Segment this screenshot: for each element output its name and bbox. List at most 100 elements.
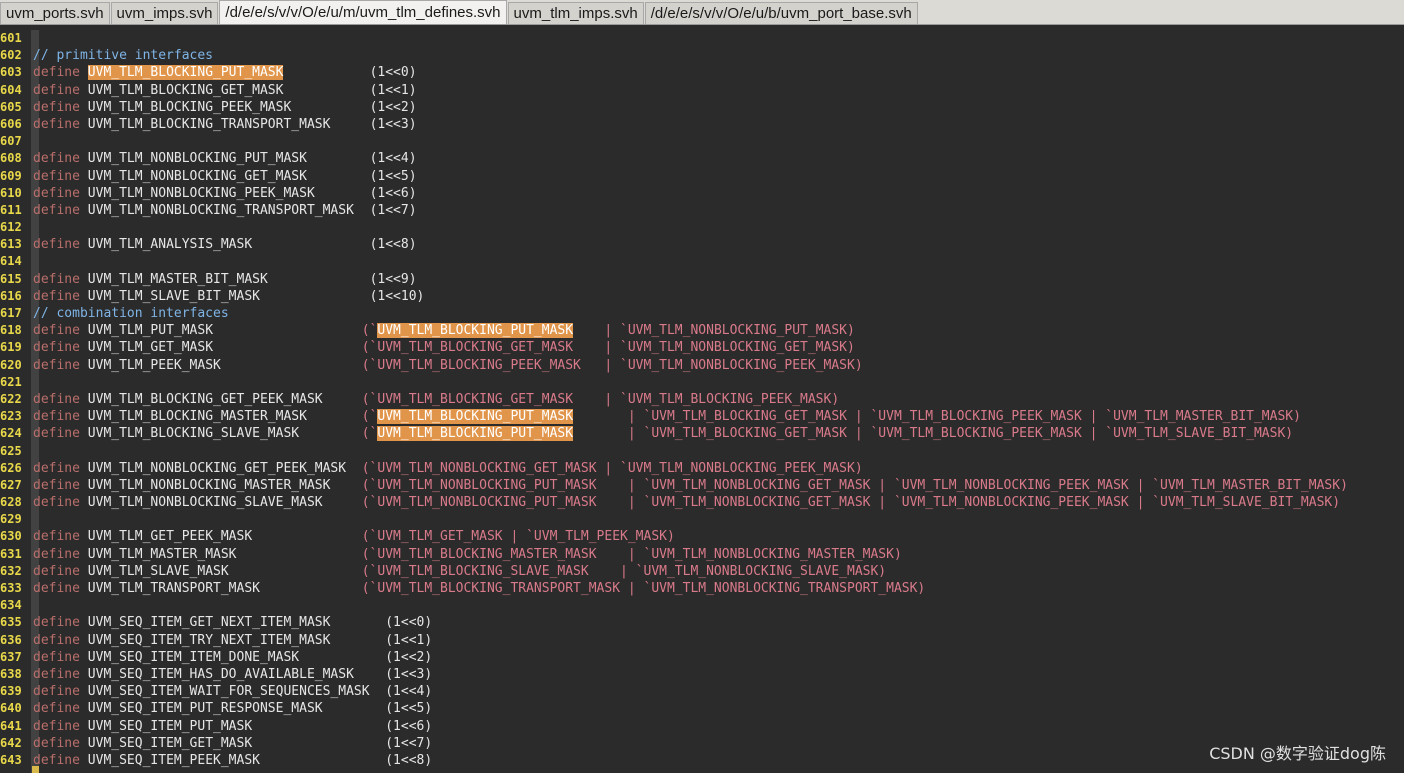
code-token: define xyxy=(33,546,88,562)
search-highlight: UVM_TLM_BLOCKING_PUT_MASK xyxy=(377,426,574,442)
code-token: define xyxy=(33,271,88,287)
code-token: (1<<4) xyxy=(385,684,433,700)
line-number: 624 xyxy=(0,426,22,441)
line-code[interactable]: define UVM_TLM_BLOCKING_PUT_MASK (1<<0) xyxy=(33,64,417,81)
code-token: UVM_TLM_BLOCKING_SLAVE_MASK xyxy=(87,426,362,442)
line-number: 615 xyxy=(0,271,22,286)
line-code[interactable]: define UVM_TLM_NONBLOCKING_TRANSPORT_MAS… xyxy=(33,202,417,219)
line-number: 626 xyxy=(0,460,22,475)
line-code[interactable]: // primitive interfaces xyxy=(33,47,213,64)
line-code[interactable]: define UVM_SEQ_ITEM_ITEM_DONE_MASK (1<<2… xyxy=(33,649,432,666)
code-token: define xyxy=(33,116,88,132)
line-number: 635 xyxy=(0,615,22,630)
line-code[interactable]: define UVM_TLM_PUT_MASK (`UVM_TLM_BLOCKI… xyxy=(33,322,855,339)
code-token: UVM_TLM_BLOCKING_GET_MASK xyxy=(87,82,370,98)
code-token: define xyxy=(33,581,88,596)
line-code[interactable]: define UVM_SEQ_ITEM_PUT_RESPONSE_MASK (1… xyxy=(33,700,432,717)
line-code[interactable]: define UVM_TLM_BLOCKING_TRANSPORT_MASK (… xyxy=(33,116,417,133)
line-code[interactable]: define UVM_TLM_NONBLOCKING_PUT_MASK (1<<… xyxy=(33,150,417,167)
code-token: define xyxy=(33,666,88,682)
line-code[interactable]: define UVM_TLM_MASTER_MASK (`UVM_TLM_BLO… xyxy=(33,546,902,563)
line-code[interactable]: define UVM_SEQ_ITEM_PEEK_MASK (1<<8) xyxy=(33,752,432,769)
line-code[interactable]: define UVM_TLM_GET_MASK (`UVM_TLM_BLOCKI… xyxy=(33,339,855,356)
line-number: 643 xyxy=(0,752,22,767)
code-token: (`UVM_TLM_BLOCKING_SLAVE_MASK | `UVM_TLM… xyxy=(361,563,887,579)
line-code[interactable]: define UVM_TLM_SLAVE_MASK (`UVM_TLM_BLOC… xyxy=(33,563,886,580)
code-token: (`UVM_TLM_BLOCKING_PEEK_MASK | `UVM_TLM_… xyxy=(361,357,863,373)
line-number: 631 xyxy=(0,546,22,561)
line-code[interactable]: define UVM_TLM_BLOCKING_MASTER_MASK (`UV… xyxy=(33,408,1301,425)
code-token: UVM_SEQ_ITEM_WAIT_FOR_SEQUENCES_MASK xyxy=(87,684,386,700)
line-number: 636 xyxy=(0,632,22,647)
code-token: (`UVM_TLM_NONBLOCKING_GET_MASK | `UVM_TL… xyxy=(361,460,863,476)
code-token: define xyxy=(33,735,88,751)
line-number: 625 xyxy=(0,443,22,458)
line-code[interactable]: define UVM_SEQ_ITEM_WAIT_FOR_SEQUENCES_M… xyxy=(33,683,432,700)
line-code[interactable]: define UVM_TLM_BLOCKING_GET_MASK (1<<1) xyxy=(33,82,417,99)
line-code[interactable]: define UVM_SEQ_ITEM_HAS_DO_AVAILABLE_MAS… xyxy=(33,666,432,683)
line-number: 641 xyxy=(0,718,22,733)
line-code[interactable]: define UVM_TLM_ANALYSIS_MASK (1<<8) xyxy=(33,236,417,253)
code-token: define xyxy=(33,684,88,700)
line-code[interactable]: define UVM_TLM_NONBLOCKING_GET_PEEK_MASK… xyxy=(33,460,863,477)
line-code[interactable]: define UVM_SEQ_ITEM_TRY_NEXT_ITEM_MASK (… xyxy=(33,632,432,649)
line-number: 610 xyxy=(0,185,22,200)
code-token: define xyxy=(33,288,88,304)
line-code[interactable]: define UVM_TLM_PEEK_MASK (`UVM_TLM_BLOCK… xyxy=(33,357,863,374)
code-token: define xyxy=(33,495,88,511)
line-code[interactable]: define UVM_TLM_BLOCKING_PEEK_MASK (1<<2) xyxy=(33,99,417,116)
line-code[interactable]: define UVM_SEQ_ITEM_GET_NEXT_ITEM_MASK (… xyxy=(33,614,432,631)
code-token: | `UVM_TLM_NONBLOCKING_PUT_MASK) xyxy=(573,323,855,339)
code-token: UVM_TLM_SLAVE_BIT_MASK xyxy=(87,288,370,304)
line-number: 634 xyxy=(0,598,22,613)
line-code[interactable]: define UVM_TLM_NONBLOCKING_MASTER_MASK (… xyxy=(33,477,1348,494)
line-number: 619 xyxy=(0,340,22,355)
line-number: 614 xyxy=(0,254,22,269)
code-token: UVM_SEQ_ITEM_GET_MASK xyxy=(87,735,386,751)
line-code[interactable]: define UVM_TLM_SLAVE_BIT_MASK (1<<10) xyxy=(33,288,424,305)
code-token: UVM_TLM_BLOCKING_PEEK_MASK xyxy=(87,99,370,115)
line-code[interactable]: // combination interfaces xyxy=(33,305,229,322)
line-number: 604 xyxy=(0,82,22,97)
line-code[interactable]: define UVM_TLM_MASTER_BIT_MASK (1<<9) xyxy=(33,271,417,288)
line-number: 639 xyxy=(0,684,22,699)
line-code[interactable]: define UVM_SEQ_ITEM_GET_MASK (1<<7) xyxy=(33,735,432,752)
line-number: 606 xyxy=(0,116,22,131)
line-code[interactable]: define UVM_TLM_BLOCKING_SLAVE_MASK (`UVM… xyxy=(33,425,1293,442)
code-token: UVM_TLM_GET_MASK xyxy=(87,340,362,356)
code-token: define xyxy=(33,615,88,631)
code-editor[interactable]: 601 602 // primitive interfaces 603 define U… xyxy=(0,30,1404,773)
line-code[interactable]: define UVM_TLM_NONBLOCKING_PEEK_MASK (1<… xyxy=(33,185,417,202)
code-token: (`UVM_TLM_BLOCKING_GET_MASK | `UVM_TLM_B… xyxy=(361,391,840,407)
tab-uvm-tlm-imps[interactable]: uvm_tlm_imps.svh xyxy=(507,2,644,24)
line-code[interactable]: define UVM_TLM_BLOCKING_GET_PEEK_MASK (`… xyxy=(33,391,839,408)
watermark: CSDN @数字验证dog陈 xyxy=(1209,744,1386,763)
tab-uvm-ports[interactable]: uvm_ports.svh xyxy=(0,2,110,24)
code-token: UVM_SEQ_ITEM_PUT_RESPONSE_MASK xyxy=(87,701,386,717)
line-code[interactable]: define UVM_SEQ_ITEM_PUT_MASK (1<<6) xyxy=(33,718,432,735)
code-token: (1<<8) xyxy=(369,237,417,253)
code-token: UVM_TLM_NONBLOCKING_GET_MASK xyxy=(87,168,370,184)
code-token: define xyxy=(33,185,88,201)
code-token: (`UVM_TLM_BLOCKING_MASTER_MASK | `UVM_TL… xyxy=(361,546,902,562)
line-number: 603 xyxy=(0,65,22,80)
code-token: UVM_TLM_SLAVE_MASK xyxy=(87,563,362,579)
tab-uvm-port-base[interactable]: /d/e/e/s/v/v/O/e/u/b/uvm_port_base.svh xyxy=(644,2,918,24)
tab-uvm-tlm-defines[interactable]: /d/e/e/s/v/v/O/e/u/m/uvm_tlm_defines.svh xyxy=(219,0,507,24)
code-token: define xyxy=(33,752,88,768)
code-token: (1<<5) xyxy=(385,701,433,717)
line-number: 612 xyxy=(0,220,22,235)
tab-bar: uvm_ports.svh uvm_imps.svh /d/e/e/s/v/v/… xyxy=(0,0,1404,25)
code-token: (1<<6) xyxy=(369,185,417,201)
tab-uvm-imps[interactable]: uvm_imps.svh xyxy=(110,2,219,24)
code-token: define xyxy=(33,202,88,218)
code-token: define xyxy=(33,168,88,184)
line-code[interactable]: define UVM_TLM_NONBLOCKING_SLAVE_MASK (`… xyxy=(33,494,1340,511)
line-code[interactable]: define UVM_TLM_NONBLOCKING_GET_MASK (1<<… xyxy=(33,168,417,185)
line-code[interactable]: define UVM_TLM_GET_PEEK_MASK (`UVM_TLM_G… xyxy=(33,528,675,545)
line-code[interactable]: define UVM_TLM_TRANSPORT_MASK (`UVM_TLM_… xyxy=(33,580,925,597)
code-token: define xyxy=(33,701,88,717)
line-number: 627 xyxy=(0,477,22,492)
line-number: 616 xyxy=(0,288,22,303)
code-token: define xyxy=(33,529,88,545)
